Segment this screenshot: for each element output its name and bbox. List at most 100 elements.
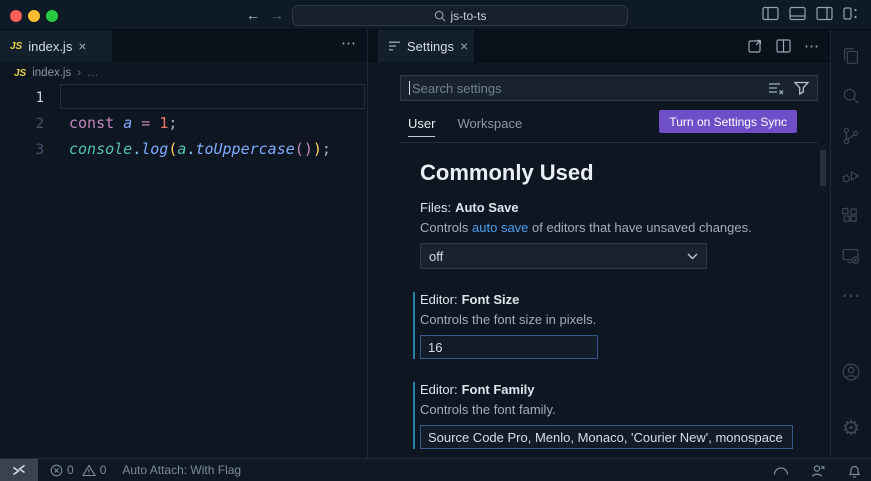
code-token: const	[69, 114, 114, 132]
close-window-button[interactable]	[10, 10, 22, 22]
setting-title: Files: Auto Save	[420, 200, 830, 215]
code-token: console	[69, 140, 132, 158]
remote-icon	[12, 464, 26, 477]
code-token: 1	[159, 114, 168, 132]
auto-save-dropdown[interactable]: off	[420, 243, 707, 269]
code-token: ;	[322, 140, 331, 158]
font-size-input[interactable]	[420, 335, 598, 359]
setting-name: Auto Save	[455, 200, 519, 215]
setting-category: Files:	[420, 200, 451, 215]
breadcrumb-symbol-more[interactable]: …	[87, 67, 99, 79]
editor-tabbar-left: JS index.js × ⋯	[0, 30, 367, 62]
extensions-icon[interactable]	[840, 196, 862, 236]
warnings-icon	[82, 464, 96, 477]
close-tab-icon[interactable]: ×	[78, 38, 86, 54]
tab-overflow-more-icon[interactable]: ⋯	[341, 34, 357, 52]
open-settings-json-icon[interactable]	[747, 38, 763, 54]
javascript-file-icon: JS	[14, 68, 26, 79]
line-number: 3	[0, 137, 44, 163]
setting-title: Editor:Font Family	[420, 382, 830, 397]
command-center-search[interactable]: js-to-ts	[292, 5, 628, 26]
run-debug-icon[interactable]	[840, 156, 862, 196]
code-token: (	[295, 140, 304, 158]
tab-label: Settings	[407, 39, 454, 54]
split-editor-icon[interactable]	[776, 39, 791, 53]
code-editor[interactable]: 12const a = 1;3console.log(a.toUppercase…	[0, 84, 367, 458]
setting-category: Editor:	[420, 382, 458, 397]
settings-list: Commonly Used Files: Auto Save Controls a…	[368, 143, 830, 458]
filter-settings-icon[interactable]	[794, 81, 809, 95]
toggle-primary-sidebar-icon[interactable]	[762, 6, 779, 21]
warnings-count: 0	[100, 463, 107, 477]
history-forward-icon[interactable]: →	[270, 6, 284, 24]
breadcrumb-file[interactable]: index.js	[32, 67, 71, 79]
code-token: =	[141, 114, 150, 132]
setting-editor-font-family: Editor:Font Family Controls the font fam…	[413, 382, 830, 449]
tab-settings[interactable]: Settings ×	[378, 30, 474, 62]
breadcrumb: JS index.js › …	[0, 62, 367, 84]
history-back-icon[interactable]: ←	[246, 6, 260, 24]
command-center-search-value: js-to-ts	[451, 9, 487, 23]
font-family-input[interactable]	[420, 425, 793, 449]
more-icon[interactable]: ⋯	[842, 276, 861, 316]
problems-status[interactable]: 0 0	[50, 463, 106, 477]
settings-editor: Search settings User Workspace Turn on S…	[368, 62, 830, 458]
description-text: of editors that have unsaved changes.	[528, 220, 751, 235]
turn-on-settings-sync-button[interactable]: Turn on Settings Sync	[659, 110, 797, 133]
breadcrumb-separator: ›	[77, 67, 81, 79]
code-token: log	[141, 140, 168, 158]
setting-description: Controls the font family.	[420, 402, 830, 417]
scope-tab-user[interactable]: User	[408, 116, 435, 131]
editor-more-actions-icon[interactable]: ⋯	[804, 37, 820, 55]
code-line[interactable]: 1	[0, 84, 367, 110]
tab-index-js[interactable]: JS index.js ×	[0, 30, 112, 62]
settings-editor-icon	[388, 40, 401, 52]
code-token: )	[304, 140, 313, 158]
code-token: toUppercase	[195, 140, 294, 158]
code-line[interactable]: 3console.log(a.toUppercase());	[0, 136, 367, 162]
code-line[interactable]: 2const a = 1;	[0, 110, 367, 136]
code-token: )	[313, 140, 322, 158]
status-arc-icon[interactable]	[773, 466, 789, 475]
chevron-down-icon	[687, 253, 698, 260]
errors-icon	[50, 464, 63, 477]
dropdown-value: off	[429, 249, 443, 264]
auto-attach-status[interactable]: Auto Attach: With Flag	[122, 463, 241, 477]
search-settings-input[interactable]: Search settings	[400, 75, 818, 101]
setting-description: Controls auto save of editors that have …	[420, 220, 830, 235]
code-token: .	[132, 140, 141, 158]
vscode-window: ← → js-to-ts JS index.js × ⋯ Settings ×	[0, 0, 871, 481]
code-token: ;	[168, 114, 177, 132]
zoom-window-button[interactable]	[46, 10, 58, 22]
current-line-highlight	[60, 84, 365, 109]
clear-settings-search-icon[interactable]	[768, 81, 784, 95]
remote-indicator[interactable]	[0, 459, 38, 481]
setting-files-auto-save: Files: Auto Save Controls auto save of ed…	[413, 200, 830, 269]
remote-explorer-icon[interactable]	[840, 236, 862, 276]
close-tab-icon[interactable]: ×	[460, 38, 468, 54]
editor-tabbar-right: Settings × ⋯	[368, 30, 830, 62]
minimize-window-button[interactable]	[28, 10, 40, 22]
notifications-bell-icon[interactable]	[848, 464, 861, 478]
feedback-icon[interactable]	[811, 464, 826, 477]
auto-save-link[interactable]: auto save	[472, 220, 528, 235]
account-icon[interactable]	[840, 352, 862, 392]
setting-name: Font Size	[462, 292, 520, 307]
code-token	[132, 114, 141, 132]
code-token	[114, 114, 123, 132]
text-caret	[409, 81, 410, 95]
scope-tab-workspace[interactable]: Workspace	[457, 116, 522, 131]
settings-scrollbar[interactable]	[820, 150, 826, 186]
javascript-file-icon: JS	[10, 41, 22, 52]
customize-layout-icon[interactable]	[843, 6, 859, 21]
toggle-panel-icon[interactable]	[789, 6, 806, 21]
explorer-icon[interactable]	[840, 36, 862, 76]
search-icon[interactable]	[840, 76, 862, 116]
search-icon	[434, 10, 446, 22]
toggle-secondary-sidebar-icon[interactable]	[816, 6, 833, 21]
source-control-icon[interactable]	[840, 116, 862, 156]
setting-description: Controls the font size in pixels.	[420, 312, 830, 327]
settings-gear-icon[interactable]: ⚙	[842, 408, 861, 448]
section-title: Commonly Used	[420, 160, 830, 186]
errors-count: 0	[67, 463, 74, 477]
